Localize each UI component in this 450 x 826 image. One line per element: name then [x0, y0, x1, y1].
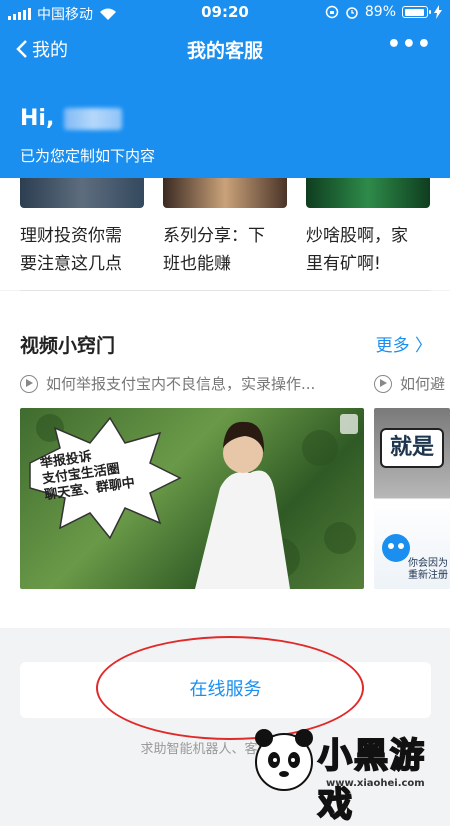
greeting: Hi,	[20, 106, 123, 131]
battery-icon	[402, 6, 431, 18]
greeting-subtitle: 已为您定制如下内容	[20, 147, 156, 165]
nav-bar: 我的 我的客服 •••	[0, 32, 450, 68]
watermark-text: 小黑游戏	[317, 735, 426, 826]
article-list: 理财投资你需 要注意这几点 系列分享：下 班也能赚 炒啥股啊，家 里有矿啊!	[0, 178, 450, 290]
thumb-text-line: 重新注册	[408, 570, 448, 581]
thumb-badge: 就是	[380, 428, 444, 468]
video-section: 视频小窍门 更多 〉 如何举报支付宝内不良信息，实录操作... 如何避 举报投诉…	[0, 291, 450, 628]
article-thumbnail	[163, 178, 287, 208]
more-link[interactable]: 更多 〉	[376, 331, 432, 356]
play-icon	[20, 374, 38, 393]
play-icon	[374, 374, 392, 393]
battery-percent: 89%	[364, 4, 396, 20]
alarm-icon	[346, 7, 358, 19]
rotation-lock-icon	[325, 5, 339, 19]
article-card[interactable]: 炒啥股啊，家 里有矿啊!	[306, 178, 434, 278]
video-thumbnail[interactable]: 举报投诉 支付宝生活圈 聊天室、群聊中	[20, 408, 364, 589]
page-title: 我的客服	[186, 40, 263, 62]
article-title-line: 里有矿啊!	[306, 254, 381, 274]
video-caption-text: 如何举报支付宝内不良信息，实录操作...	[46, 375, 316, 393]
section-title: 视频小窍门	[20, 335, 116, 357]
charging-icon	[434, 5, 442, 19]
blurred-username	[64, 107, 123, 130]
article-title-line: 系列分享：下	[163, 226, 265, 246]
article-title-line: 炒啥股啊，家	[306, 226, 408, 246]
article-title-line: 班也能赚	[163, 254, 231, 274]
status-bar: 中国移动 09:20 89%	[0, 0, 450, 24]
article-thumbnail	[306, 178, 430, 208]
video-thumbnail[interactable]: 就是 你会因为 重新注册	[374, 408, 450, 589]
article-title-line: 要注意这几点	[20, 254, 122, 274]
header: 中国移动 09:20 89% 我的 我的客服 ••• Hi, 已为您定制如下内容	[0, 0, 450, 178]
watermark: 小黑游戏 www.xiaohei.com	[246, 724, 446, 826]
more-button[interactable]: •••	[387, 32, 432, 57]
article-thumbnail	[20, 178, 144, 208]
article-card[interactable]: 系列分享：下 班也能赚	[163, 178, 291, 278]
watermark-url: www.xiaohei.com	[326, 778, 425, 789]
greeting-hi: Hi,	[20, 106, 55, 131]
video-caption[interactable]: 如何举报支付宝内不良信息，实录操作...	[20, 373, 315, 394]
thumb-text-line: 你会因为	[408, 558, 448, 569]
video-caption-text: 如何避	[400, 375, 446, 393]
article-card[interactable]: 理财投资你需 要注意这几点	[20, 178, 148, 278]
article-title-line: 理财投资你需	[20, 226, 122, 246]
video-caption[interactable]: 如何避	[374, 373, 445, 394]
